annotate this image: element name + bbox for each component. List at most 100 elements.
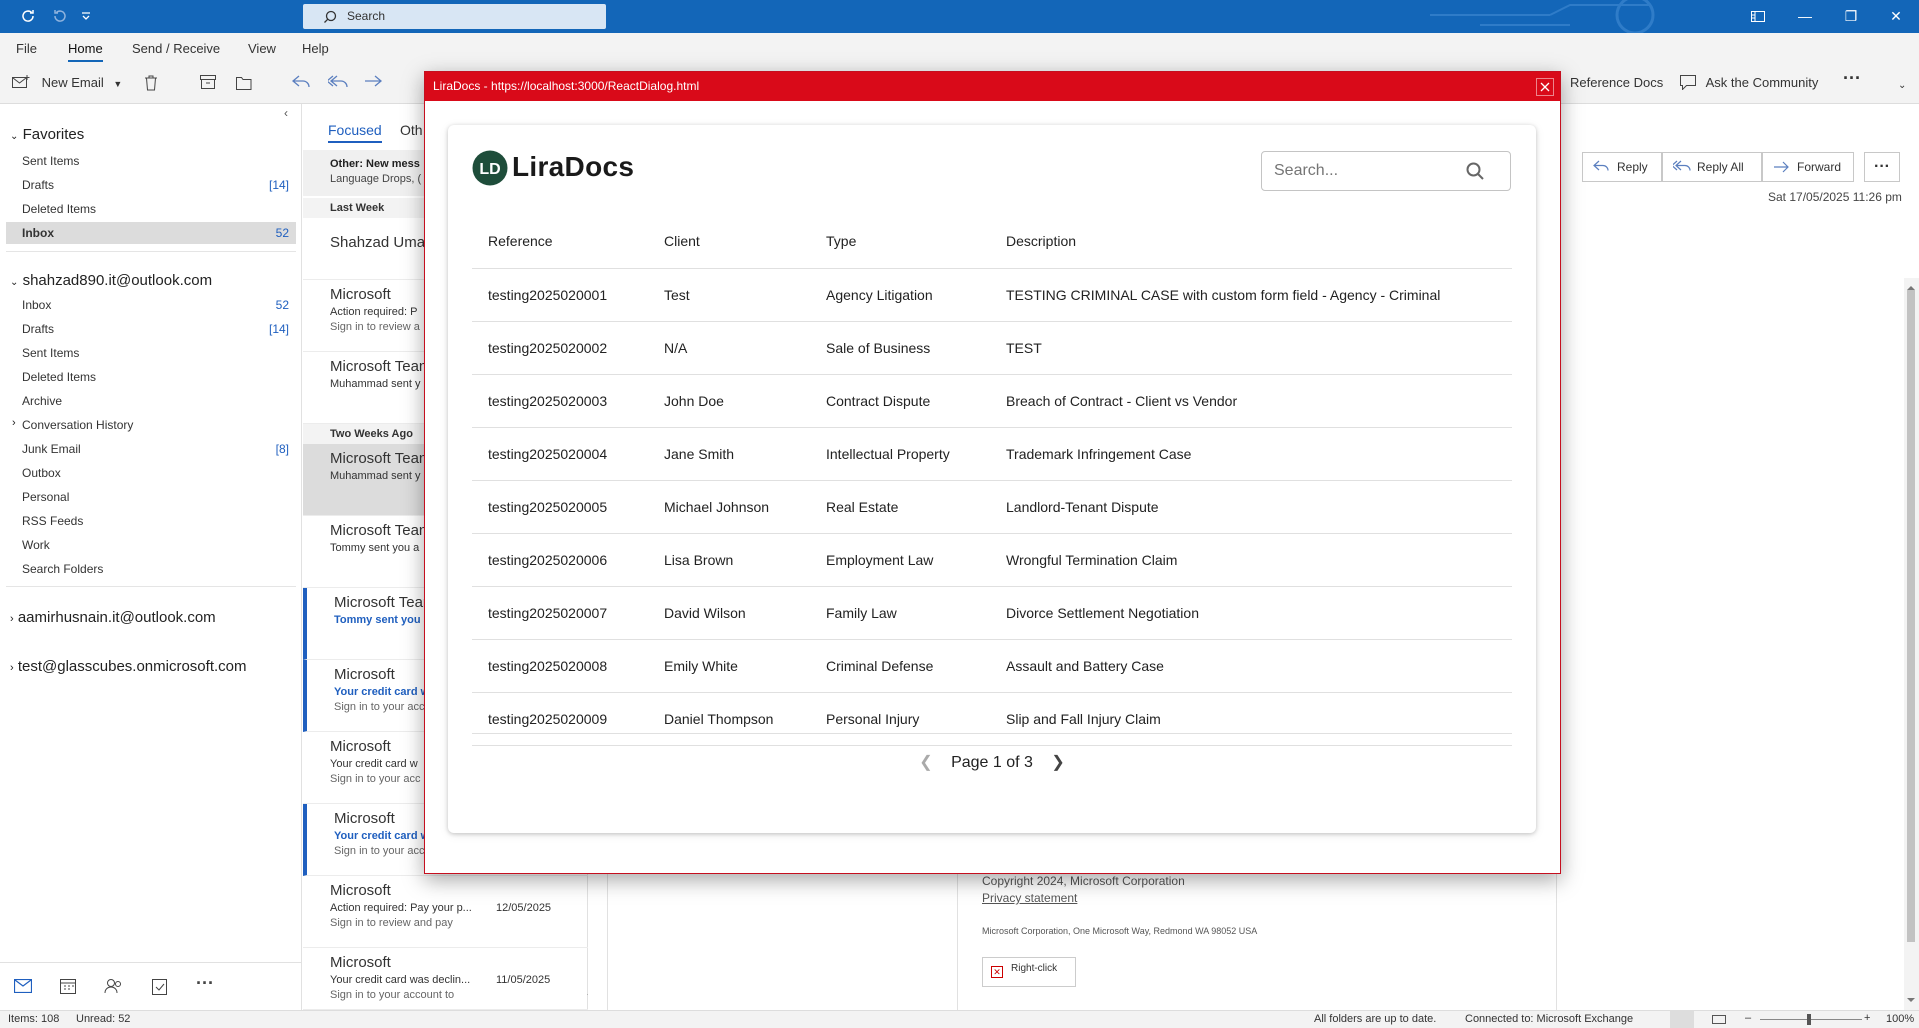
zoom-slider-thumb[interactable] <box>1807 1014 1811 1025</box>
close-window-button[interactable]: ✕ <box>1873 0 1919 33</box>
folder-work[interactable]: Work <box>22 538 50 552</box>
customize-toolbar-icon[interactable] <box>80 10 92 22</box>
minimize-button[interactable]: — <box>1782 0 1828 33</box>
folder-outbox[interactable]: Outbox <box>22 466 61 480</box>
forward-button[interactable]: Forward <box>1762 152 1854 182</box>
logo-initials: LD <box>479 161 500 178</box>
reply-all-button[interactable]: Reply All <box>1662 152 1762 182</box>
folder-conversation-history[interactable]: Conversation History <box>22 418 133 432</box>
message-item[interactable]: Microsoft Action required: Pay your p... S… <box>303 876 588 948</box>
address-text: Microsoft Corporation, One Microsoft Way… <box>982 926 1258 936</box>
tab-focused[interactable]: Focused <box>328 122 382 143</box>
copyright-text: Copyright 2024, Microsoft Corporation <box>982 874 1185 888</box>
folder-personal[interactable]: Personal <box>22 490 69 504</box>
menu-home[interactable]: Home <box>68 41 103 62</box>
more-options-icon[interactable]: ··· <box>1843 68 1861 89</box>
search-box[interactable]: Search <box>303 4 606 29</box>
table-row[interactable]: testing2025020004 Jane Smith Intellectual … <box>472 427 1512 481</box>
folder-rss[interactable]: RSS Feeds <box>22 514 83 528</box>
folder-archive[interactable]: Archive <box>22 394 62 408</box>
scroll-up-icon[interactable] <box>1907 282 1915 290</box>
table-row[interactable]: testing2025020008 Emily White Criminal Def… <box>472 639 1512 693</box>
close-icon[interactable] <box>1536 78 1554 96</box>
folder-deleted[interactable]: Deleted Items <box>22 370 96 384</box>
favorites-item-inbox[interactable]: Inbox <box>22 226 54 240</box>
normal-view-icon[interactable] <box>1670 1011 1694 1028</box>
column-header-reference[interactable]: Reference <box>472 215 648 269</box>
undo-icon[interactable] <box>52 8 68 24</box>
folder-sent[interactable]: Sent Items <box>22 346 79 360</box>
zoom-out-icon[interactable]: – <box>1745 1012 1751 1024</box>
table-row[interactable]: testing2025020007 David Wilson Family Law D… <box>472 586 1512 640</box>
favorites-item-deleted[interactable]: Deleted Items <box>22 202 96 216</box>
chat-icon <box>1680 75 1696 90</box>
ask-community-button[interactable]: Ask the Community <box>1680 75 1818 90</box>
collapse-ribbon-icon[interactable]: ⌄ <box>1898 80 1906 91</box>
move-icon[interactable] <box>236 75 254 90</box>
reply-button[interactable]: Reply <box>1582 152 1662 182</box>
mail-icon[interactable] <box>14 979 32 993</box>
forward-icon[interactable] <box>364 75 382 89</box>
account-header[interactable]: › test@glasscubes.onmicrosoft.com <box>10 658 247 675</box>
more-actions-icon[interactable]: ··· <box>1864 152 1900 182</box>
collapse-pane-icon[interactable]: ‹ <box>284 106 288 120</box>
table-row[interactable]: testing2025020003 John Doe Contract Disput… <box>472 374 1512 428</box>
favorites-header[interactable]: ⌄ Favorites <box>10 126 84 143</box>
tab-other[interactable]: Oth <box>400 122 423 138</box>
folder-search-folders[interactable]: Search Folders <box>22 562 103 576</box>
scrollbar-thumb[interactable] <box>1907 290 1915 942</box>
search-icon[interactable] <box>1466 162 1484 180</box>
menu-view[interactable]: View <box>248 41 276 56</box>
sync-icon[interactable] <box>20 8 36 24</box>
table-row[interactable]: testing2025020005 Michael Johnson Real Est… <box>472 480 1512 534</box>
column-header-type[interactable]: Type <box>810 215 990 269</box>
archive-icon[interactable] <box>200 75 216 89</box>
cell-reference: testing2025020006 <box>472 533 648 587</box>
table-row[interactable]: testing2025020001 Test Agency Litigation TE… <box>472 268 1512 322</box>
chevron-down-icon[interactable]: ▼ <box>113 79 122 89</box>
menu-help[interactable]: Help <box>302 41 329 56</box>
account-header[interactable]: › aamirhusnain.it@outlook.com <box>10 609 216 626</box>
favorites-item-drafts[interactable]: Drafts <box>22 178 54 192</box>
zoom-slider[interactable] <box>1760 1019 1862 1020</box>
account-header[interactable]: ⌄ shahzad890.it@outlook.com <box>10 272 212 289</box>
folder-inbox[interactable]: Inbox <box>22 298 51 312</box>
delete-icon[interactable] <box>144 75 158 91</box>
previous-page-icon[interactable]: ❮ <box>919 754 932 771</box>
next-page-icon[interactable]: ❯ <box>1051 754 1064 771</box>
divider <box>6 586 296 587</box>
people-icon[interactable] <box>104 978 124 994</box>
menu-send-receive[interactable]: Send / Receive <box>132 41 220 56</box>
folder-drafts[interactable]: Drafts <box>22 322 54 336</box>
broken-image[interactable]: ✕ Right-click <box>982 957 1076 987</box>
new-email-icon <box>12 75 30 88</box>
table-row[interactable]: testing2025020002 N/A Sale of Business TEST <box>472 321 1512 375</box>
reply-all-icon[interactable] <box>328 75 348 89</box>
scrollbar[interactable] <box>1904 278 1919 1010</box>
column-header-description[interactable]: Description <box>990 215 1512 269</box>
calendar-icon[interactable] <box>60 978 76 994</box>
table-row[interactable]: testing2025020009 Daniel Thompson Personal… <box>472 692 1512 746</box>
chevron-right-icon[interactable]: › <box>12 417 16 429</box>
reply-icon[interactable] <box>292 75 310 89</box>
scroll-down-icon[interactable] <box>1907 998 1915 1006</box>
coming-soon-icon[interactable] <box>1735 0 1781 33</box>
menu-file[interactable]: File <box>16 41 37 56</box>
zoom-in-icon[interactable]: + <box>1864 1012 1870 1024</box>
cell-client: Test <box>648 268 810 322</box>
chevron-down-icon: ⌄ <box>10 131 19 142</box>
favorites-item-sent[interactable]: Sent Items <box>22 154 79 168</box>
restore-button[interactable]: ❐ <box>1828 0 1874 33</box>
folder-junk[interactable]: Junk Email <box>22 442 81 456</box>
reference-docs-button[interactable]: Reference Docs <box>1570 75 1663 90</box>
tasks-icon[interactable] <box>152 977 167 995</box>
privacy-link[interactable]: Privacy statement <box>982 891 1077 905</box>
cell-client: N/A <box>648 321 810 375</box>
more-apps-icon[interactable]: ··· <box>196 973 214 994</box>
message-item[interactable]: Microsoft Your credit card was declin... S… <box>303 948 588 1010</box>
table-row[interactable]: testing2025020006 Lisa Brown Employment La… <box>472 533 1512 587</box>
reading-view-icon[interactable] <box>1712 1015 1726 1024</box>
column-header-client[interactable]: Client <box>648 215 810 269</box>
other-banner-title: Other: New mess <box>330 158 420 170</box>
new-email-button[interactable]: New Email ▼ <box>12 75 122 90</box>
